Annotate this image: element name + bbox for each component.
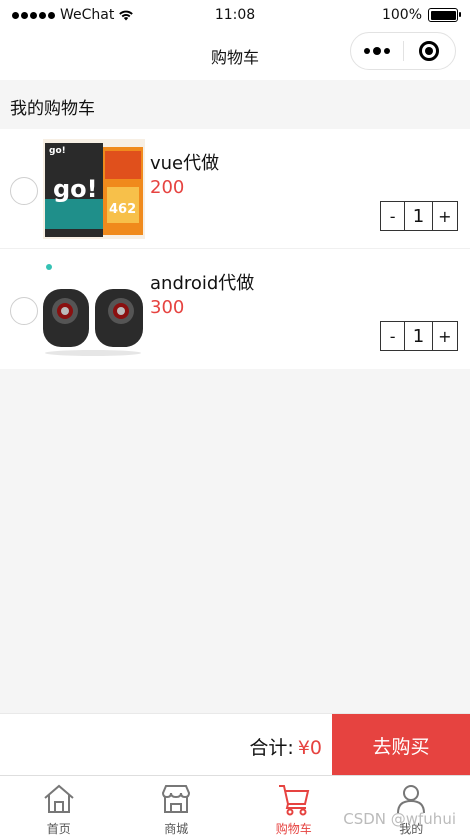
- decrease-quantity-button[interactable]: -: [381, 202, 406, 230]
- section-title: 我的购物车: [10, 99, 95, 119]
- select-item-checkbox[interactable]: [10, 297, 38, 325]
- tab-label: 商城: [164, 822, 189, 836]
- svg-text:go!: go!: [53, 175, 98, 203]
- total-summary: 合计: ¥0: [249, 733, 322, 760]
- svg-text:go!: go!: [49, 146, 66, 156]
- quantity-value[interactable]: 1: [405, 322, 431, 350]
- nav-bar: 购物车: [0, 32, 470, 80]
- close-mini-program-icon[interactable]: [403, 41, 455, 61]
- home-icon: [44, 784, 74, 813]
- tab-label: 购物车: [275, 822, 312, 836]
- checkout-button[interactable]: 去购买: [332, 714, 470, 776]
- increase-quantity-button[interactable]: +: [431, 322, 457, 350]
- total-amount: ¥0: [297, 737, 322, 759]
- mini-program-capsule: [350, 32, 456, 70]
- quantity-stepper: - 1 +: [380, 201, 458, 231]
- total-label: 合计:: [249, 737, 294, 759]
- product-image-speakers: [43, 259, 145, 359]
- status-bar: WeChat 11:08 100%: [0, 0, 470, 32]
- battery-icon: [428, 8, 461, 22]
- shop-icon: [162, 785, 191, 813]
- status-right: 100%: [381, 7, 461, 23]
- checkout-bar: 合计: ¥0 去购买: [0, 713, 470, 776]
- cart-list: go! go! 462 vue代做 200 - 1 + android代做 30…: [0, 129, 470, 369]
- svg-text:462: 462: [109, 202, 136, 217]
- tab-cart[interactable]: 购物车: [235, 776, 353, 837]
- tab-home[interactable]: 首页: [0, 776, 118, 837]
- quantity-stepper: - 1 +: [380, 321, 458, 351]
- cart-icon: [278, 785, 310, 816]
- product-name: android代做: [150, 273, 255, 294]
- select-item-checkbox[interactable]: [10, 177, 38, 205]
- watermark: CSDN @wfuhui: [343, 810, 456, 828]
- tab-label: 首页: [46, 822, 71, 836]
- battery-percent: 100%: [381, 7, 422, 23]
- decrease-quantity-button[interactable]: -: [381, 322, 406, 350]
- product-name: vue代做: [150, 153, 220, 174]
- product-image-pet-food: go! go! 462: [43, 139, 145, 239]
- more-menu-icon[interactable]: [351, 47, 403, 55]
- quantity-value[interactable]: 1: [405, 202, 431, 230]
- cart-item: android代做 300 - 1 +: [0, 249, 470, 369]
- increase-quantity-button[interactable]: +: [431, 202, 457, 230]
- product-price: 300: [150, 297, 185, 318]
- product-price: 200: [150, 177, 185, 198]
- cart-item: go! go! 462 vue代做 200 - 1 +: [0, 129, 470, 249]
- tab-shop[interactable]: 商城: [118, 776, 236, 837]
